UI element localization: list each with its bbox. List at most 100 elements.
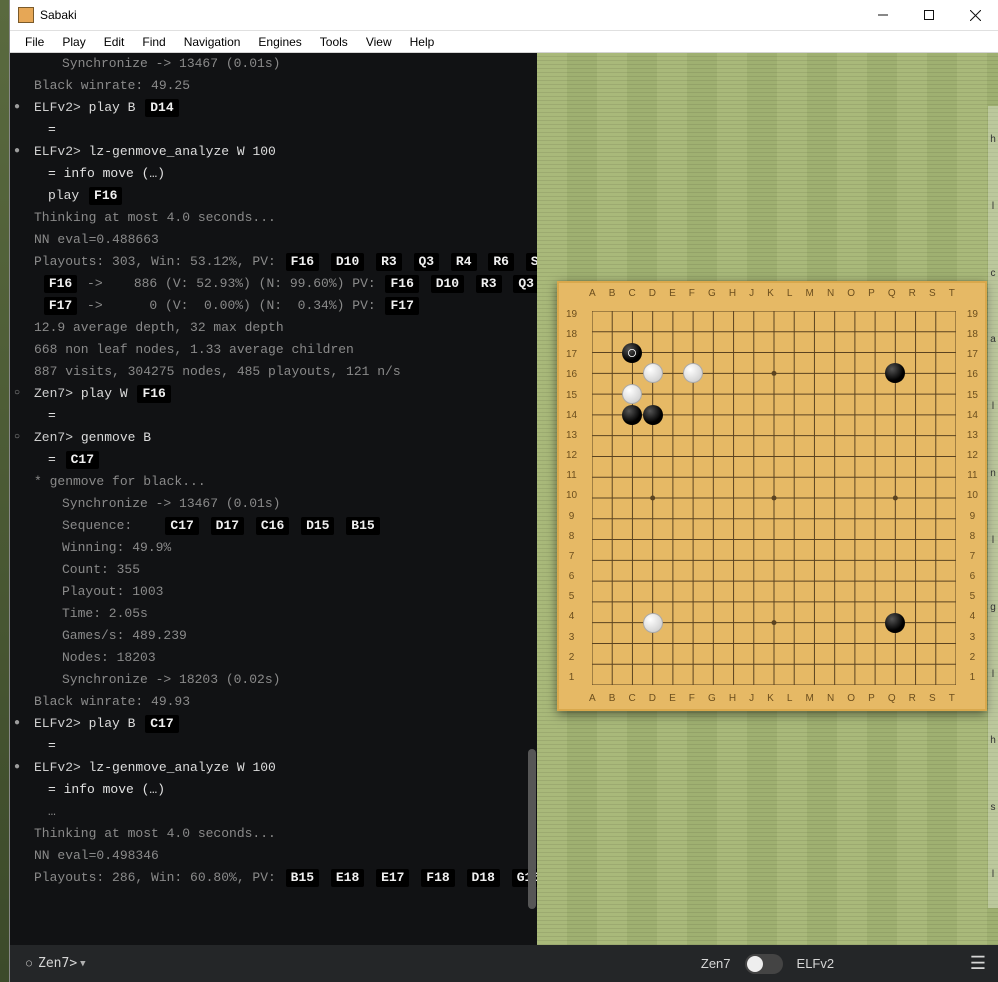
coord-row: 7 [970, 551, 976, 562]
engine-right-label: ELFv2 [797, 956, 835, 971]
console-line: Black winrate: 49.93 [26, 691, 533, 713]
coord-col: O [847, 288, 855, 299]
coord-col: E [669, 288, 676, 299]
menu-tools[interactable]: Tools [311, 33, 357, 51]
coord-col: A [589, 693, 596, 704]
coord-col: F [689, 693, 695, 704]
black-stone[interactable] [885, 613, 905, 633]
coord-col: J [749, 693, 754, 704]
go-board[interactable]: ABCDEFGHJKLMNOPQRST ABCDEFGHJKLMNOPQRST … [557, 281, 987, 711]
coord-row: 18 [566, 329, 577, 340]
coord-col: T [949, 693, 955, 704]
menu-icon[interactable]: ☰ [970, 953, 986, 974]
menu-play[interactable]: Play [53, 33, 94, 51]
coord-row: 6 [970, 571, 976, 582]
engine-status-icon: ○ [26, 958, 32, 969]
coord-col: G [708, 693, 716, 704]
engine-toggle[interactable] [745, 954, 783, 974]
white-stone[interactable] [622, 384, 642, 404]
coord-row: 14 [967, 410, 978, 421]
console-line: Winning: 49.9% [26, 537, 533, 559]
black-stone[interactable] [643, 405, 663, 425]
menubar: FilePlayEditFindNavigationEnginesToolsVi… [10, 31, 998, 53]
console-line: Playouts: 286, Win: 60.80%, PV: B15 E18 … [26, 867, 533, 889]
console-line: Playout: 1003 [26, 581, 533, 603]
coord-col: H [729, 693, 736, 704]
console-engine-selector[interactable]: ○ Zen7> ▼ [10, 956, 537, 971]
coord-col: F [689, 288, 695, 299]
titlebar: Sabaki [10, 0, 998, 31]
console-scrollbar[interactable] [527, 53, 537, 945]
coord-row: 12 [967, 450, 978, 461]
black-stone[interactable] [622, 405, 642, 425]
white-stone[interactable] [643, 613, 663, 633]
coord-row: 7 [569, 551, 575, 562]
menu-edit[interactable]: Edit [95, 33, 134, 51]
console-line: play F16 [26, 185, 533, 207]
console-line: F17 -> 0 (V: 0.00%) (N: 0.34%) PV: F17 [26, 295, 533, 317]
coord-col: J [749, 288, 754, 299]
console-line: NN eval=0.488663 [26, 229, 533, 251]
console-line: Sequence: C17 D17 C16 D15 B15 [26, 515, 533, 537]
menu-navigation[interactable]: Navigation [175, 33, 250, 51]
coord-row: 18 [967, 329, 978, 340]
console-line: Thinking at most 4.0 seconds... [26, 823, 533, 845]
console-line: 12.9 average depth, 32 max depth [26, 317, 533, 339]
menu-find[interactable]: Find [133, 33, 174, 51]
menu-file[interactable]: File [16, 33, 53, 51]
coord-col: D [649, 288, 656, 299]
console-line: ELFv2> lz-genmove_analyze W 100 [26, 757, 533, 779]
coord-col: C [628, 693, 635, 704]
console-line: Count: 355 [26, 559, 533, 581]
console-line: = C17 [26, 449, 533, 471]
coord-row: 2 [970, 652, 976, 663]
coord-col: Q [888, 693, 896, 704]
coord-col: E [669, 693, 676, 704]
coord-row: 10 [566, 490, 577, 501]
console-line: ELFv2> play B D14 [26, 97, 533, 119]
console-line: Zen7> play W F16 [26, 383, 533, 405]
coord-row: 19 [566, 309, 577, 320]
coord-row: 15 [967, 390, 978, 401]
white-stone[interactable] [683, 363, 703, 383]
console-line: = [26, 119, 533, 141]
minimize-button[interactable] [860, 0, 906, 31]
coord-col: B [609, 288, 616, 299]
coord-row: 4 [569, 611, 575, 622]
coord-col: N [827, 693, 834, 704]
coord-col: M [806, 288, 814, 299]
menu-view[interactable]: View [357, 33, 401, 51]
coord-row: 10 [967, 490, 978, 501]
coord-col: O [847, 693, 855, 704]
console-line: Synchronize -> 13467 (0.01s) [26, 53, 533, 75]
console-line: ELFv2> lz-genmove_analyze W 100 [26, 141, 533, 163]
coord-row: 14 [566, 410, 577, 421]
coord-row: 4 [970, 611, 976, 622]
console-line: F16 -> 886 (V: 52.93%) (N: 99.60%) PV: F… [26, 273, 533, 295]
chevron-down-icon: ▼ [80, 959, 85, 969]
white-stone[interactable] [643, 363, 663, 383]
scrollbar-thumb[interactable] [528, 749, 536, 910]
coord-row: 2 [569, 652, 575, 663]
close-button[interactable] [952, 0, 998, 31]
menu-help[interactable]: Help [401, 33, 444, 51]
console-line: 887 visits, 304275 nodes, 485 playouts, … [26, 361, 533, 383]
coord-row: 15 [566, 390, 577, 401]
console-line: Games/s: 489.239 [26, 625, 533, 647]
coord-col: K [767, 288, 774, 299]
coord-row: 9 [569, 511, 575, 522]
last-move-marker [628, 349, 636, 357]
console-line: Zen7> genmove B [26, 427, 533, 449]
coord-col: R [909, 288, 916, 299]
black-stone[interactable] [885, 363, 905, 383]
console-line: Time: 2.05s [26, 603, 533, 625]
console-line: 668 non leaf nodes, 1.33 average childre… [26, 339, 533, 361]
coord-row: 3 [569, 632, 575, 643]
maximize-button[interactable] [906, 0, 952, 31]
coord-row: 19 [967, 309, 978, 320]
black-stone[interactable] [622, 343, 642, 363]
console-engine-name: Zen7 [38, 956, 69, 971]
menu-engines[interactable]: Engines [249, 33, 310, 51]
console-line: * genmove for black... [26, 471, 533, 493]
coord-col: L [787, 693, 793, 704]
